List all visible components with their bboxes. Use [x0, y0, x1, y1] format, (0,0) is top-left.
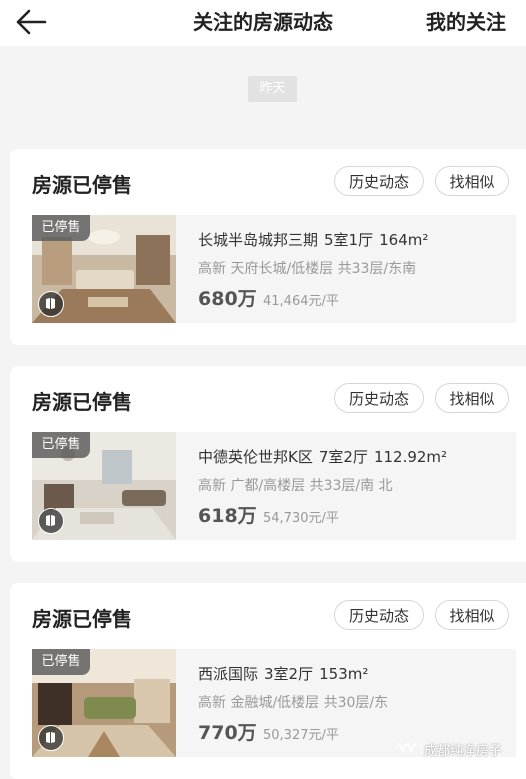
find-similar-button[interactable]: 找相似: [435, 383, 509, 413]
listing-item[interactable]: 已停售 中德英伦世邦K区 7室2厅 112.92m² 高新 广都/高楼层 共33层/…: [32, 432, 516, 540]
watermark-text: 成都纯净房子: [424, 743, 503, 759]
room-layout: 5室1厅: [324, 231, 374, 249]
watermark: 成都纯净房子: [396, 738, 502, 760]
listing-card: 房源已停售 历史动态 找相似 已停售 中德英伦世邦K区 7室2厅 112.92m² …: [10, 366, 526, 562]
wechat-channel-icon: [397, 742, 417, 753]
listing-card: 房源已停售 历史动态 找相似 已停售 长城半岛城邦三期 5室1厅 164m² 高新 …: [10, 149, 526, 345]
top-nav-bar: 关注的房源动态 我的关注: [0, 0, 526, 46]
total-price: 618万: [198, 505, 257, 527]
floor-area: 112.92m²: [373, 448, 448, 466]
card-title: 房源已停售: [32, 607, 132, 631]
total-price: 680万: [198, 288, 257, 310]
date-divider: 昨天: [248, 76, 297, 102]
history-button[interactable]: 历史动态: [334, 383, 424, 413]
listing-item[interactable]: 已停售 长城半岛城邦三期 5室1厅 164m² 高新 天府长城/低楼层 共33层/东…: [32, 215, 516, 323]
tab-my-follow[interactable]: 我的关注: [426, 6, 506, 35]
find-similar-button[interactable]: 找相似: [435, 600, 509, 630]
community-name: 西派国际: [198, 665, 259, 683]
card-title: 房源已停售: [32, 390, 132, 414]
community-name: 中德英伦世邦K区: [198, 448, 313, 466]
status-tag: 已停售: [32, 215, 90, 241]
unit-price: 54,730元/平: [263, 511, 339, 526]
vr-icon: [38, 725, 64, 751]
listing-details: 高新 广都/高楼层 共33层/南 北: [198, 478, 393, 494]
floor-area: 153m²: [319, 665, 369, 683]
listing-details: 高新 金融城/低楼层 共30层/东: [198, 695, 389, 711]
unit-price: 41,464元/平: [263, 294, 339, 309]
status-tag: 已停售: [32, 432, 90, 458]
vr-icon: [38, 291, 64, 317]
room-layout: 7室2厅: [318, 448, 368, 466]
listing-photo: 已停售: [32, 432, 176, 540]
listing-photo: 已停售: [32, 215, 176, 323]
listing-photo: 已停售: [32, 649, 176, 757]
floor-area: 164m²: [379, 231, 429, 249]
listing-details: 高新 天府长城/低楼层 共33层/东南: [198, 261, 417, 277]
room-layout: 3室2厅: [264, 665, 314, 683]
listing-title: 西派国际 3室2厅 153m²: [198, 663, 368, 684]
vr-icon: [38, 508, 64, 534]
total-price: 770万: [198, 722, 257, 744]
history-button[interactable]: 历史动态: [334, 600, 424, 630]
community-name: 长城半岛城邦三期: [198, 231, 319, 249]
status-tag: 已停售: [32, 649, 90, 675]
unit-price: 50,327元/平: [263, 728, 339, 743]
listing-title: 长城半岛城邦三期 5室1厅 164m²: [198, 229, 428, 250]
card-title: 房源已停售: [32, 173, 132, 197]
history-button[interactable]: 历史动态: [334, 166, 424, 196]
listing-title: 中德英伦世邦K区 7室2厅 112.92m²: [198, 446, 447, 467]
find-similar-button[interactable]: 找相似: [435, 166, 509, 196]
